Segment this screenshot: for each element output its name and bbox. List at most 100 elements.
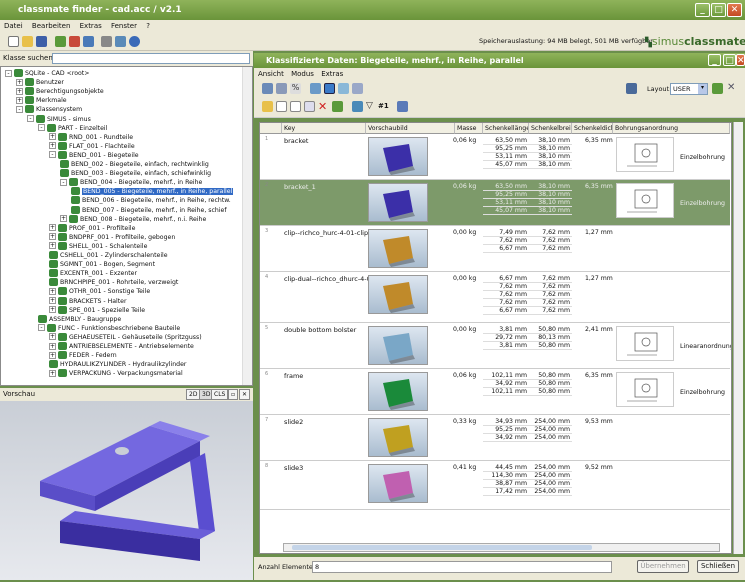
- filter-icon[interactable]: ▽: [366, 101, 373, 111]
- expand-toggle-icon[interactable]: +: [49, 242, 56, 250]
- tools-icon[interactable]: [101, 36, 112, 47]
- view-cls-button[interactable]: CLS: [211, 389, 229, 400]
- refresh-icon[interactable]: [332, 101, 343, 112]
- child-maximize-button[interactable]: □: [723, 54, 736, 66]
- window-icon[interactable]: [115, 36, 126, 47]
- save-icon[interactable]: [36, 36, 47, 47]
- expand-toggle-icon[interactable]: -: [49, 151, 56, 159]
- row-schenkeldicke: 1,27 mm: [585, 229, 613, 236]
- header-key[interactable]: Key: [282, 123, 366, 134]
- chevron-down-icon[interactable]: ▾: [698, 84, 707, 94]
- expand-toggle-icon[interactable]: +: [49, 142, 56, 150]
- expand-toggle-icon[interactable]: -: [27, 115, 34, 122]
- view-thumbnail-icon[interactable]: [324, 83, 335, 94]
- menu-datei[interactable]: Datei: [4, 22, 23, 30]
- binoculars-icon[interactable]: [397, 101, 408, 112]
- preview-restore-button[interactable]: ▫: [228, 389, 239, 400]
- grid-horizontal-scrollbar[interactable]: [283, 543, 720, 552]
- header-schenkeldicke[interactable]: Schenkeldicke: [572, 123, 613, 134]
- expand-toggle-icon[interactable]: -: [38, 124, 45, 132]
- close-button[interactable]: ✕: [727, 3, 742, 17]
- expand-toggle-icon[interactable]: +: [49, 369, 56, 377]
- child-minimize-button[interactable]: _: [708, 54, 721, 66]
- web-icon[interactable]: [129, 36, 140, 47]
- expand-toggle-icon[interactable]: +: [49, 351, 56, 359]
- length-cell: 7,62 mm: [483, 299, 529, 307]
- header-masse[interactable]: Masse: [455, 123, 483, 134]
- delete-layout-icon[interactable]: ✕: [727, 82, 735, 93]
- table-row[interactable]: 5 double bottom bolster 0,00 kg 3,81 mm 29,7…: [260, 323, 731, 369]
- preview-close-button[interactable]: ✕: [239, 389, 251, 400]
- expand-toggle-icon[interactable]: +: [49, 233, 56, 241]
- expand-toggle-icon[interactable]: +: [49, 297, 56, 304]
- expand-toggle-icon[interactable]: -: [38, 324, 45, 332]
- list-view-icon[interactable]: [262, 83, 273, 94]
- expand-toggle-icon[interactable]: +: [60, 215, 67, 223]
- delete-record-icon[interactable]: ✕: [318, 100, 327, 113]
- tree-icon[interactable]: [55, 36, 66, 47]
- menu-extras[interactable]: Extras: [80, 22, 102, 30]
- class-tree[interactable]: - SQLite - CAD <root> + Benutzer + Berechtigu…: [0, 66, 253, 386]
- child-close-button[interactable]: ✕: [736, 54, 745, 66]
- grid-vertical-scrollbar[interactable]: [733, 122, 743, 554]
- view-table-icon[interactable]: [310, 83, 321, 94]
- header-schenkelbreite[interactable]: Schenkelbreite: [529, 123, 572, 134]
- table-row[interactable]: 8 slide3 0,41 kg 44,45 mm 114,30 mm 38,87 mm 1…: [260, 461, 730, 510]
- minimize-button[interactable]: _: [695, 3, 710, 17]
- class-search-input[interactable]: [52, 53, 250, 64]
- table-row[interactable]: 1 bracket 0,06 kg 63,50 mm 95,25 mm 53,11 mm 4…: [260, 134, 730, 180]
- menu-help[interactable]: ?: [146, 22, 150, 30]
- expand-toggle-icon[interactable]: +: [49, 287, 56, 295]
- view-list-icon[interactable]: [352, 83, 363, 94]
- apply-layout-icon[interactable]: [712, 83, 723, 94]
- expand-toggle-icon[interactable]: +: [49, 133, 56, 141]
- apply-button[interactable]: Übernehmen: [637, 560, 689, 573]
- menu-extras-right[interactable]: Extras: [321, 70, 343, 78]
- new-icon[interactable]: [8, 36, 19, 47]
- tree-scrollbar[interactable]: [242, 67, 252, 385]
- menu-bearbeiten[interactable]: Bearbeiten: [32, 22, 70, 30]
- maximize-button[interactable]: □: [711, 3, 726, 17]
- header-bohrungsanordnung[interactable]: Bohrungsanordnung: [613, 123, 730, 134]
- expand-toggle-icon[interactable]: -: [60, 178, 67, 186]
- menu-ansicht[interactable]: Ansicht: [258, 70, 284, 78]
- expand-toggle-icon[interactable]: +: [49, 342, 56, 350]
- scroll-thumb[interactable]: [292, 545, 592, 550]
- paste-record-icon[interactable]: [304, 101, 315, 112]
- open-icon[interactable]: [22, 36, 33, 47]
- percent-icon[interactable]: %: [290, 83, 301, 94]
- number-icon[interactable]: #1: [378, 102, 389, 110]
- export-icon[interactable]: [69, 36, 80, 47]
- table-row[interactable]: 6 frame 0,06 kg 102,11 mm 34,92 mm 102,11 mm 5…: [260, 369, 730, 415]
- expand-toggle-icon[interactable]: -: [16, 105, 23, 113]
- menu-modus[interactable]: Modus: [291, 70, 314, 78]
- people-icon[interactable]: [626, 83, 637, 94]
- view-detail-icon[interactable]: [338, 83, 349, 94]
- preview-3d-viewport[interactable]: [0, 401, 253, 580]
- header-schenkellaenge[interactable]: Schenkellänge: [483, 123, 529, 134]
- length-cell: 34,93 mm: [483, 418, 529, 426]
- expand-toggle-icon[interactable]: +: [16, 78, 23, 86]
- expand-toggle-icon[interactable]: +: [49, 224, 56, 232]
- close-dialog-button[interactable]: Schließen: [697, 560, 739, 573]
- copy-record-icon[interactable]: [290, 101, 301, 112]
- table-row[interactable]: 3 clip--richco_hurc-4-01-clip 0,00 kg 7,49 …: [260, 226, 730, 272]
- menu-fenster[interactable]: Fenster: [111, 22, 137, 30]
- expand-toggle-icon[interactable]: +: [49, 306, 56, 314]
- table-row[interactable]: 4 clip-dual--richco_dhurc-4-01 0,00 kg 6,67…: [260, 272, 730, 323]
- tree-node[interactable]: + VERPACKUNG - Verpackungsmaterial: [49, 368, 183, 379]
- table-row[interactable]: 7 slide2 0,33 kg 34,93 mm 95,25 mm 34,92 mm 25…: [260, 415, 730, 461]
- import-icon[interactable]: [352, 101, 363, 112]
- table-row[interactable]: 2 bracket_1 0,06 kg 63,50 mm 95,25 mm 53,11 m…: [260, 180, 730, 226]
- brand-simus: simus: [651, 35, 685, 48]
- columns-icon[interactable]: [276, 83, 287, 94]
- edit-icon[interactable]: [262, 101, 273, 112]
- new-record-icon[interactable]: [276, 101, 287, 112]
- header-vorschaubild[interactable]: Vorschaubild: [366, 123, 455, 134]
- tree-node-label: BEND_002 - Biegeteile, einfach, rechtwin…: [71, 161, 209, 168]
- grid-icon[interactable]: [83, 36, 94, 47]
- expand-toggle-icon[interactable]: -: [5, 69, 12, 77]
- expand-toggle-icon[interactable]: +: [16, 96, 23, 104]
- expand-toggle-icon[interactable]: +: [49, 333, 56, 341]
- expand-toggle-icon[interactable]: +: [16, 87, 23, 95]
